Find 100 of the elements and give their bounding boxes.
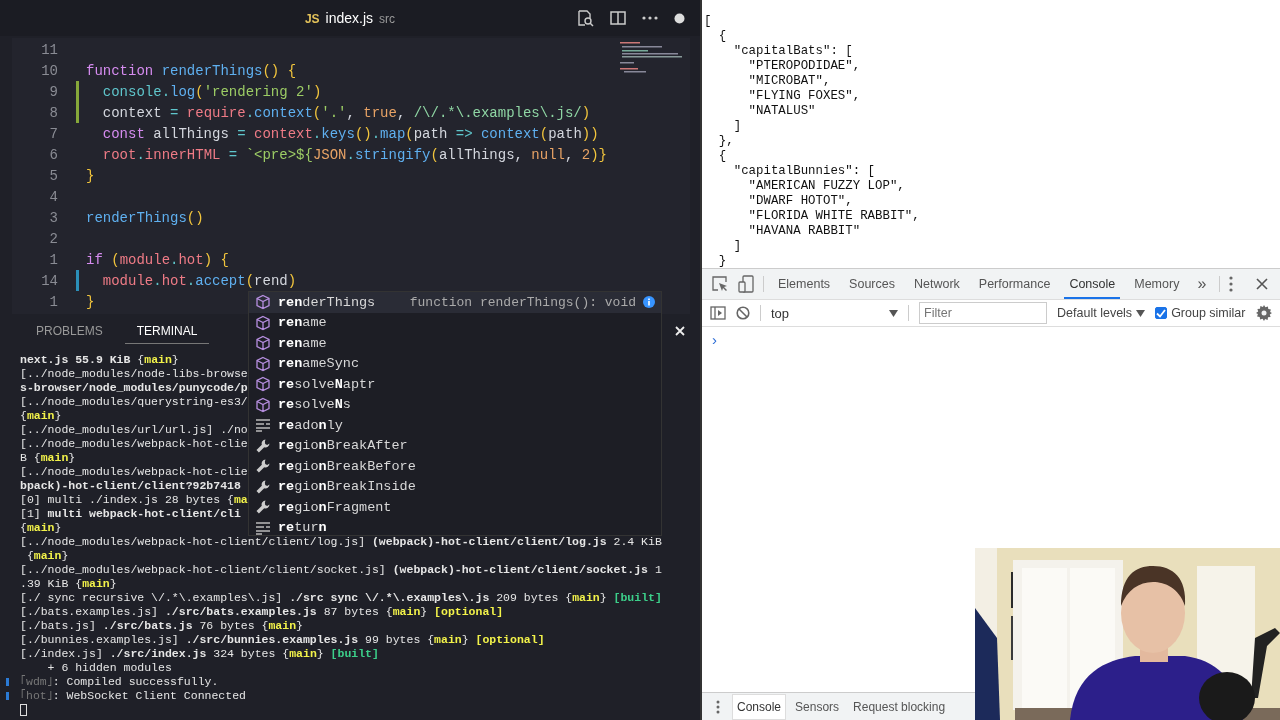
terminal-line: [./bats.examples.js] ./src/bats.examples.js 87 bytes {main} [optional] bbox=[20, 606, 504, 618]
cube-icon bbox=[255, 335, 271, 352]
line-number: 6 bbox=[48, 146, 58, 163]
code-line: root.innerHTML = `<pre>${JSON.stringify(allThings, null, 2)} bbox=[101, 146, 607, 163]
kebab-icon[interactable] bbox=[1229, 276, 1234, 292]
close-icon[interactable] bbox=[1256, 278, 1269, 290]
line-number: 8 bbox=[48, 104, 58, 121]
cube-icon bbox=[255, 355, 271, 372]
device-icon[interactable] bbox=[738, 275, 754, 293]
suggestion-item[interactable]: return bbox=[249, 517, 661, 535]
terminal-line: ｢wdm｣: Compiled successfully. bbox=[20, 676, 219, 688]
more-tabs-button[interactable]: » bbox=[1193, 275, 1211, 293]
output-line: ] bbox=[732, 119, 743, 134]
panel-tab[interactable]: PROBLEMS bbox=[24, 318, 115, 344]
terminal-line: ｢hot｣: WebSocket Client Connected bbox=[20, 690, 246, 702]
line-number: 2 bbox=[48, 230, 58, 247]
terminal-line: [1] multi webpack-hot-client/cli bbox=[20, 508, 241, 520]
output-line: "PTEROPODIDAE", bbox=[747, 59, 862, 74]
kebab-icon[interactable] bbox=[716, 699, 720, 714]
suggestion-detail: function renderThings(): void bbox=[409, 294, 636, 310]
terminal-line: [../node_modules/webpack-hot-clie bbox=[20, 438, 248, 450]
terminal-line: .39 KiB {main} bbox=[20, 578, 117, 590]
output-line: }, bbox=[717, 134, 735, 149]
code-line: } bbox=[86, 167, 95, 184]
terminal-line: [../node_modules/webpack-hot-clie bbox=[20, 466, 248, 478]
terminal-line: {main} bbox=[20, 410, 62, 422]
terminal-line: [./bats.js] ./src/bats.js 76 bytes {main} bbox=[20, 620, 303, 632]
wrench-icon bbox=[255, 478, 271, 495]
checkbox-label[interactable]: Group similar bbox=[1171, 306, 1246, 320]
code-line: const allThings = context.keys().map(path => context(path)) bbox=[101, 125, 599, 142]
output-line: "capitalBats": [ bbox=[732, 44, 854, 59]
terminal-line: B {main} bbox=[20, 452, 76, 464]
line-number: 5 bbox=[48, 167, 58, 184]
terminal-line: [0] multi ./index.js 28 bytes {ma bbox=[20, 494, 248, 506]
terminal-line: [../node_modules/node-libs-browse bbox=[20, 368, 248, 380]
output-line: "DWARF HOTOT", bbox=[747, 194, 854, 209]
devtools-tab[interactable]: Sources bbox=[844, 269, 900, 299]
inspect-icon[interactable] bbox=[711, 275, 729, 293]
terminal-line: {main} bbox=[25, 550, 69, 562]
suggestion-item[interactable]: rename bbox=[249, 312, 661, 333]
console-prompt[interactable]: › bbox=[712, 331, 717, 348]
sidebar-toggle-icon[interactable] bbox=[710, 306, 726, 320]
suggestion-item[interactable]: renameSync bbox=[249, 353, 661, 374]
output-line: "HAVANA RABBIT" bbox=[747, 224, 862, 239]
terminal-line: [../node_modules/webpack-hot-client/client/socket.js] (webpack)-hot-client/client/socket.js 1 bbox=[20, 564, 662, 576]
line-number: 7 bbox=[48, 125, 58, 142]
output-line: "FLORIDA WHITE RABBIT", bbox=[747, 209, 921, 224]
line-number: 3 bbox=[48, 209, 58, 226]
wrench-icon bbox=[255, 499, 271, 516]
split-editor-icon[interactable] bbox=[610, 10, 626, 26]
suggestion-item[interactable]: resolveNs bbox=[249, 394, 661, 415]
suggestion-item[interactable]: readonly bbox=[249, 415, 661, 436]
terminal-line: bpack)-hot-client/client?92b7418 bbox=[20, 480, 241, 492]
terminal-line: [../node_modules/webpack-hot-client/client/log.js] (webpack)-hot-client/client/log.js 2.4 KiB bbox=[20, 536, 662, 548]
code-line: function renderThings() { bbox=[86, 62, 297, 79]
output-line: } bbox=[717, 254, 728, 268]
line-number: 10 bbox=[40, 62, 58, 79]
drawer-tab[interactable]: Sensors bbox=[790, 693, 845, 720]
devtools-tab[interactable]: Memory bbox=[1129, 269, 1185, 299]
cube-icon bbox=[255, 376, 271, 393]
levels-dropdown[interactable]: Default levels bbox=[1057, 306, 1146, 320]
devtools-tab[interactable]: Performance bbox=[973, 269, 1056, 299]
devtools-tab[interactable]: Network bbox=[908, 269, 965, 299]
caret-icon bbox=[1136, 309, 1146, 317]
wrench-icon bbox=[255, 458, 271, 475]
terminal-line: + 6 hidden modules bbox=[46, 662, 172, 674]
editor-tab[interactable]: JS index.js src bbox=[304, 10, 396, 26]
settings-icon[interactable] bbox=[1256, 305, 1272, 321]
panel-tab[interactable]: TERMINAL bbox=[124, 318, 210, 344]
text-lines-icon bbox=[255, 418, 271, 433]
wrench-icon bbox=[255, 437, 271, 454]
context-select[interactable]: top bbox=[771, 305, 899, 321]
terminal-line: {main} bbox=[20, 522, 62, 534]
output-line: "FLYING FOXES", bbox=[747, 89, 862, 104]
suggestion-item[interactable]: regionBreakBefore bbox=[249, 456, 661, 477]
line-number: 1 bbox=[48, 293, 58, 310]
info-icon[interactable] bbox=[643, 296, 655, 309]
preview-icon[interactable] bbox=[576, 9, 594, 27]
more-icon[interactable] bbox=[642, 16, 658, 20]
drawer-tab[interactable]: Console bbox=[732, 693, 787, 720]
caret-icon bbox=[889, 309, 899, 317]
filter-field[interactable]: Filter bbox=[919, 302, 1048, 324]
output-line: { bbox=[717, 29, 728, 44]
suggestion-item[interactable]: regionFragment bbox=[249, 497, 661, 518]
suggestion-item[interactable]: regionBreakAfter bbox=[249, 435, 661, 456]
cube-icon bbox=[255, 294, 271, 311]
suggestion-item[interactable]: regionBreakInside bbox=[249, 476, 661, 497]
text-lines-icon bbox=[255, 520, 271, 535]
devtools-tab[interactable]: Elements bbox=[773, 269, 836, 299]
line-number: 14 bbox=[40, 272, 58, 289]
clear-icon[interactable] bbox=[736, 306, 750, 320]
drawer-tab[interactable]: Request blocking bbox=[848, 693, 951, 720]
suggestion-item[interactable]: renderThings function renderThings(): void bbox=[249, 292, 661, 313]
terminal-line: [./ sync recursive \/.*\.examples\.js] ./src sync \/.*\.examples\.js 209 bytes {main} [built] bbox=[20, 592, 662, 604]
output-line: "AMERICAN FUZZY LOP", bbox=[747, 179, 906, 194]
checkbox[interactable] bbox=[1155, 307, 1168, 319]
devtools-tab[interactable]: Console bbox=[1064, 269, 1121, 299]
suggestion-item[interactable]: resolveNaptr bbox=[249, 374, 661, 395]
suggestion-item[interactable]: rename bbox=[249, 333, 661, 354]
code-line: renderThings() bbox=[86, 209, 204, 226]
